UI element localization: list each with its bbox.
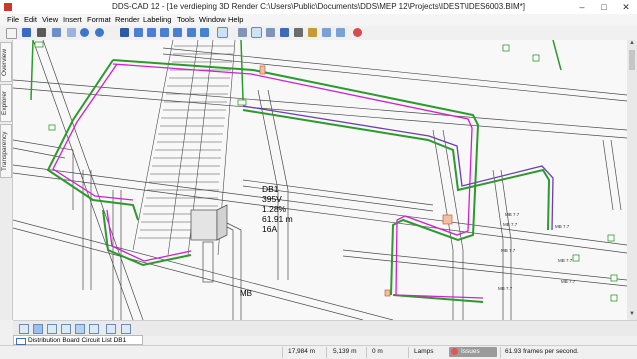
render-settings-icon[interactable] xyxy=(294,28,303,37)
light-icon[interactable] xyxy=(308,28,317,37)
lamp-labels: MB 7.7 MB 7.7 MB 7.7 MB 7.7 MB 7.7 MB 7.… xyxy=(498,212,576,291)
print-icon[interactable] xyxy=(37,28,46,37)
lamp-label: MB 7.7 xyxy=(561,279,576,284)
maximize-button[interactable]: □ xyxy=(593,0,615,14)
annotation-line: 395V xyxy=(262,194,282,204)
distribution-board-mb[interactable] xyxy=(190,204,228,283)
snap-icon[interactable] xyxy=(33,324,43,334)
select-icon[interactable] xyxy=(217,27,228,38)
menu-render[interactable]: Render xyxy=(115,15,140,24)
camera-icon[interactable] xyxy=(280,28,289,37)
menu-help[interactable]: Help xyxy=(228,15,243,24)
issues-label: Issues xyxy=(461,348,480,355)
menu-format[interactable]: Format xyxy=(87,15,111,24)
annotation-line: DB1 xyxy=(262,184,279,194)
cable-tray-routes[interactable] xyxy=(30,40,562,303)
close-button[interactable]: ✕ xyxy=(615,0,637,14)
status-bar: 17,984 m 5,139 m 0 m Lamps Issues 61.93 … xyxy=(0,345,637,359)
lamp-label: MB 7.7 xyxy=(501,248,516,253)
lamp-label: MB 7.7 xyxy=(558,258,573,263)
title-bar: DDS-CAD 12 - [1e verdieping 3D Render C:… xyxy=(0,0,637,15)
lamp-label: MB 7.7 xyxy=(555,224,570,229)
menu-tools[interactable]: Tools xyxy=(177,15,195,24)
tab-explorer[interactable]: Explorer xyxy=(0,84,12,122)
3d-box-icon[interactable] xyxy=(61,324,71,334)
circuit-list-label: Distribution Board Circuit List DB1 xyxy=(28,337,127,344)
window-title: DDS-CAD 12 - [1e verdieping 3D Render C:… xyxy=(112,2,525,11)
view-toolbar xyxy=(13,320,637,336)
layer-icon[interactable] xyxy=(336,28,345,37)
scroll-up-icon[interactable]: ▲ xyxy=(627,40,637,49)
status-fps: 61.93 frames per second. xyxy=(505,348,579,355)
annotation-line: 16A xyxy=(262,224,277,234)
scroll-down-icon[interactable]: ▼ xyxy=(627,311,637,320)
status-y: 5,139 m xyxy=(333,348,357,355)
3d-viewport[interactable]: MB 7.7 MB 7.7 MB 7.7 MB 7.7 MB 7.7 MB 7.… xyxy=(13,40,627,320)
mb-label: MB xyxy=(240,289,252,298)
side-tab-strip: Overview Explorer Transparency xyxy=(0,40,13,320)
tab-transparency[interactable]: Transparency xyxy=(0,124,12,178)
junction-markers xyxy=(259,65,453,297)
tab-overview[interactable]: Overview xyxy=(0,42,12,82)
issues-button[interactable]: Issues xyxy=(449,347,497,357)
view-3d-icon[interactable] xyxy=(251,27,262,38)
menu-bar: File Edit View Insert Format Render Labe… xyxy=(0,14,637,26)
redo-icon[interactable] xyxy=(95,28,104,37)
view-top-icon[interactable] xyxy=(266,28,275,37)
main-toolbar xyxy=(0,26,637,41)
vertical-scrollbar[interactable]: ▲ ▼ xyxy=(627,40,637,320)
zoom-out-icon[interactable] xyxy=(147,28,156,37)
undo-icon[interactable] xyxy=(80,28,89,37)
circuit-list-tab[interactable]: Distribution Board Circuit List DB1 xyxy=(13,335,143,345)
stop-icon[interactable] xyxy=(353,28,362,37)
status-z: 0 m xyxy=(372,348,383,355)
minimize-button[interactable]: – xyxy=(571,0,593,14)
menu-view[interactable]: View xyxy=(42,15,58,24)
menu-file[interactable]: File xyxy=(7,15,19,24)
zoom-all-icon[interactable] xyxy=(173,28,182,37)
ortho-icon[interactable] xyxy=(47,324,57,334)
annotation-line: 61.91 m xyxy=(262,214,293,224)
3d-model-render[interactable]: MB 7.7 MB 7.7 MB 7.7 MB 7.7 MB 7.7 MB 7.… xyxy=(13,40,627,320)
rotate-view-icon[interactable] xyxy=(89,324,99,334)
lamp-label: MB 7.7 xyxy=(498,286,513,291)
view-front-icon[interactable] xyxy=(238,28,247,37)
warning-icon xyxy=(451,348,458,355)
lamp-label: MB 7.7 xyxy=(503,222,518,227)
menu-labeling[interactable]: Labeling xyxy=(143,15,171,24)
section-icon[interactable] xyxy=(322,28,331,37)
zoom-icon[interactable] xyxy=(120,28,129,37)
save-icon[interactable] xyxy=(22,28,31,37)
scrollbar-thumb[interactable] xyxy=(629,50,635,70)
grid-icon[interactable] xyxy=(19,324,29,334)
menu-edit[interactable]: Edit xyxy=(24,15,37,24)
status-mode: Lamps xyxy=(414,348,434,355)
lamp-label: MB 7.7 xyxy=(505,212,520,217)
zoom-window-icon[interactable] xyxy=(160,28,169,37)
rotate-icon[interactable] xyxy=(200,28,209,37)
table-icon xyxy=(16,338,26,345)
copy-icon[interactable] xyxy=(67,28,76,37)
layers-icon[interactable] xyxy=(106,324,116,334)
mirror-icon[interactable] xyxy=(75,324,85,334)
new-file-icon[interactable] xyxy=(6,28,17,39)
list-icon[interactable] xyxy=(121,324,131,334)
zoom-in-icon[interactable] xyxy=(134,28,143,37)
status-x: 17,984 m xyxy=(288,348,316,355)
pan-icon[interactable] xyxy=(187,28,196,37)
annotation-line: 1.28% xyxy=(262,204,287,214)
menu-window[interactable]: Window xyxy=(199,15,226,24)
print-preview-icon[interactable] xyxy=(52,28,61,37)
menu-insert[interactable]: Insert xyxy=(63,15,82,24)
